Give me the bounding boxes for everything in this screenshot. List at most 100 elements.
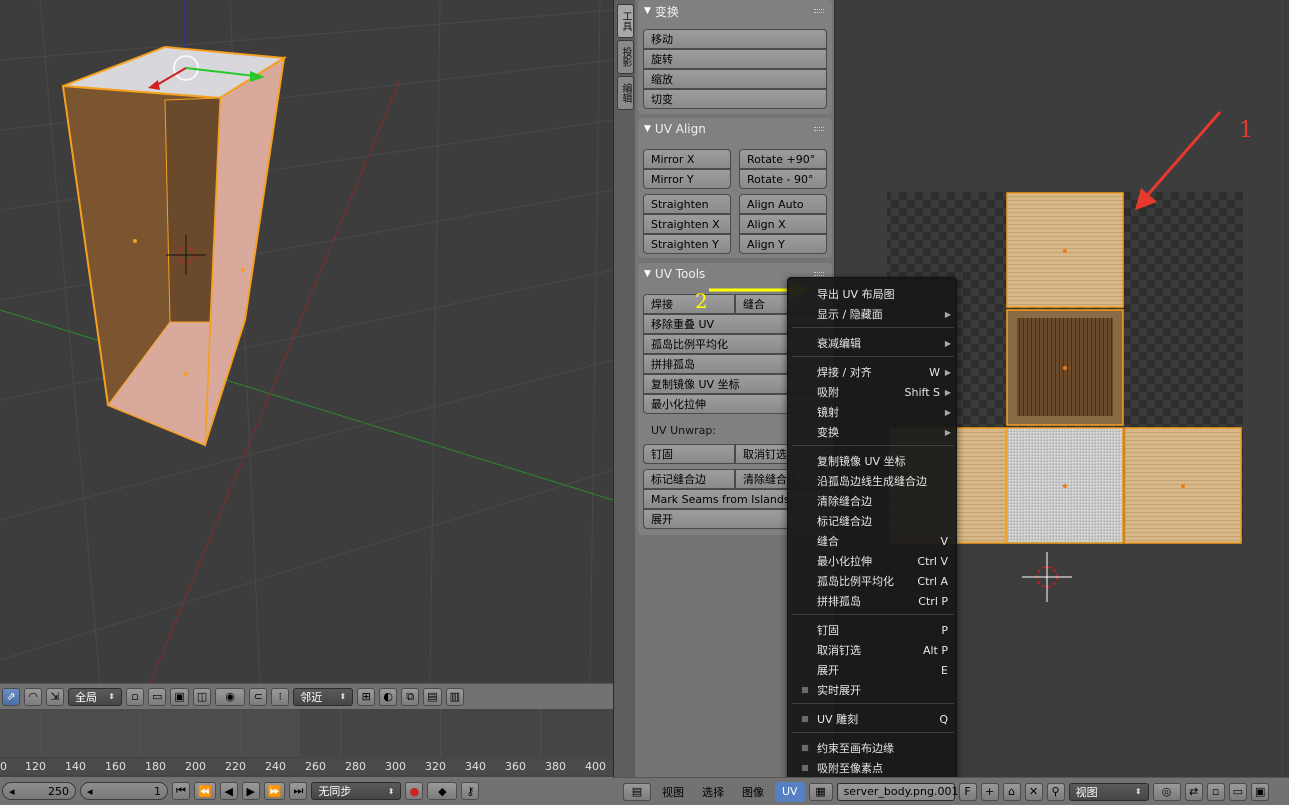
menu-item-unpin[interactable]: 取消钉选 Alt P [788,640,958,660]
image-name-field[interactable]: server_body.png.001 [836,782,958,801]
face-select-icon[interactable]: ▣ [170,687,189,706]
fake-user-button[interactable]: F [958,782,977,801]
drag-grip-icon[interactable] [814,272,824,276]
menu-item-transform[interactable]: 变换 ▶ [788,422,958,442]
shear-button[interactable]: 切变 [643,89,827,109]
opengl-render-icon[interactable]: ⧉ [401,687,420,706]
open-image-icon[interactable]: ⌂ [1002,782,1021,801]
mirror-y-button[interactable]: Mirror Y [643,169,731,189]
magnet-snap-icon[interactable]: ⊂ [249,687,268,706]
new-image-icon[interactable]: + [980,782,999,801]
align-y-button[interactable]: Align Y [739,234,827,254]
menu-item-export-uv-layout[interactable]: 导出 UV 布局图 [788,284,958,304]
mark-seam-button[interactable]: 标记缝合边 [643,469,735,489]
uv-align-panel-header[interactable]: ▼ UV Align [638,118,832,140]
menu-item-live-unwrap[interactable]: 实时展开 [788,680,958,700]
snap-element-icon[interactable]: ⁝ [271,687,290,706]
mirror-x-button[interactable]: Mirror X [643,149,731,169]
vertex-select-icon[interactable]: ▫ [126,687,144,706]
menu-image[interactable]: 图像 [735,782,771,802]
menu-item-seams-from-islands[interactable]: 沿孤岛边线生成缝合边 [788,471,958,491]
limit-selection-icon[interactable]: ◫ [192,687,212,706]
translate-button[interactable]: 移动 [643,29,827,49]
transform-orientation-select[interactable]: 全局 ⬍ [68,687,122,706]
transform-panel-header[interactable]: ▼ 变换 [638,0,832,22]
pivot-point-icon[interactable]: ◎ [1152,782,1181,801]
manipulator-rotate-icon[interactable]: ◠ [24,687,42,706]
jump-start-icon[interactable]: ⏮ [172,782,190,800]
proportional-edit-icon[interactable]: ◉ [215,687,246,706]
menu-item-uv-sculpt[interactable]: UV 雕刻 Q [788,709,958,729]
keyframe-insert-icon[interactable]: ⚷ [461,782,480,800]
animation-render-icon[interactable]: ▥ [445,687,465,706]
next-keyframe-icon[interactable]: ⏩ [263,782,286,800]
current-frame-field[interactable]: ◂ 1 [80,782,168,800]
manipulator-scale-icon[interactable]: ⇲ [46,687,64,706]
drag-grip-icon[interactable] [814,9,824,13]
align-x-button[interactable]: Align X [739,214,827,234]
annotation-label-1: 1 [1239,118,1253,143]
snap-align-icon[interactable]: ⊞ [357,687,376,706]
keying-set-icon[interactable]: ◆ [427,782,458,800]
rotate-button[interactable]: 旋转 [643,49,827,69]
menu-item-proportional-editing[interactable]: 衰减编辑 ▶ [788,333,958,353]
play-icon[interactable]: ▶ [241,782,260,800]
menu-item-pack-islands[interactable]: 拼排孤岛 Ctrl P [788,591,958,611]
unlink-image-icon[interactable]: ✕ [1024,782,1043,801]
drag-grip-icon[interactable] [814,127,824,131]
checkbox-icon[interactable] [801,764,809,772]
menu-view[interactable]: 视图 [655,782,691,802]
editor-type-icon[interactable]: ▤ [623,782,651,801]
menu-item-average-islands[interactable]: 孤岛比例平均化 Ctrl A [788,571,958,591]
record-icon[interactable]: ● [405,782,424,800]
camera-render-icon[interactable]: ▤ [423,687,442,706]
3d-viewport[interactable] [0,0,613,683]
checkbox-icon[interactable] [801,744,809,752]
sync-mode-select[interactable]: 无同步 ⬍ [311,782,402,800]
image-browse-icon[interactable]: ▦ [808,782,833,801]
menu-item-copy-mirrored-uv[interactable]: 复制镜像 UV 坐标 [788,451,958,471]
rotate-plus-90-button[interactable]: Rotate +90° [739,149,827,169]
menu-item-snap-to-pixels[interactable]: 吸附至像素点 [788,758,958,778]
prev-keyframe-icon[interactable]: ⏪ [194,782,216,800]
menu-item-clear-seam[interactable]: 清除缝合边 [788,491,958,511]
snap-project-icon[interactable]: ◐ [379,687,398,706]
straighten-x-button[interactable]: Straighten X [643,214,731,234]
menu-select[interactable]: 选择 [695,782,731,802]
tab-projection[interactable]: 投影 [617,40,634,74]
end-frame-field[interactable]: ◂ 250 [2,782,76,800]
menu-item-mark-seam[interactable]: 标记缝合边 [788,511,958,531]
jump-end-icon[interactable]: ⏭ [289,782,308,800]
menu-item-stitch[interactable]: 缝合 V [788,531,958,551]
uv-face-select-icon[interactable]: ▣ [1250,782,1270,801]
menu-item-constrain-to-bounds[interactable]: 约束至画布边缘 [788,738,958,758]
menu-item-pin[interactable]: 钉固 P [788,620,958,640]
menu-item-snap[interactable]: 吸附 Shift S ▶ [788,382,958,402]
straighten-y-button[interactable]: Straighten Y [643,234,731,254]
uv-edge-select-icon[interactable]: ▭ [1228,782,1247,801]
tab-tools[interactable]: 工具 [617,4,634,38]
rotate-minus-90-button[interactable]: Rotate - 90° [739,169,827,189]
menu-item-show-hide-faces[interactable]: 显示 / 隐藏面 ▶ [788,304,958,324]
menu-uv[interactable]: UV [775,781,805,802]
menu-item-mirror[interactable]: 镜射 ▶ [788,402,958,422]
view-mode-select[interactable]: 视图 ⬍ [1068,782,1149,801]
timeline[interactable]: 0 120 140 160 180 200 220 240 260 280 30… [0,709,613,777]
checkbox-icon[interactable] [801,715,809,723]
snap-target-select[interactable]: 邻近 ⬍ [293,687,354,706]
menu-item-unwrap[interactable]: 展开 E [788,660,958,680]
sync-selection-icon[interactable]: ⇄ [1184,782,1203,801]
scale-button[interactable]: 缩放 [643,69,827,89]
align-auto-button[interactable]: Align Auto [739,194,827,214]
uv-vertex-select-icon[interactable]: ▫ [1206,782,1225,801]
play-reverse-icon[interactable]: ◀ [219,782,238,800]
manipulator-translate-icon[interactable]: ⇗ [2,687,20,706]
checkbox-icon[interactable] [801,686,809,694]
menu-item-minimize-stretch[interactable]: 最小化拉伸 Ctrl V [788,551,958,571]
pin-button[interactable]: 钉固 [643,444,735,464]
tab-edit[interactable]: 编辑 [617,76,634,110]
menu-item-weld-align[interactable]: 焊接 / 对齐 W ▶ [788,362,958,382]
straighten-button[interactable]: Straighten [643,194,731,214]
edge-select-icon[interactable]: ▭ [148,687,167,706]
pin-image-icon[interactable]: ⚲ [1046,782,1065,801]
